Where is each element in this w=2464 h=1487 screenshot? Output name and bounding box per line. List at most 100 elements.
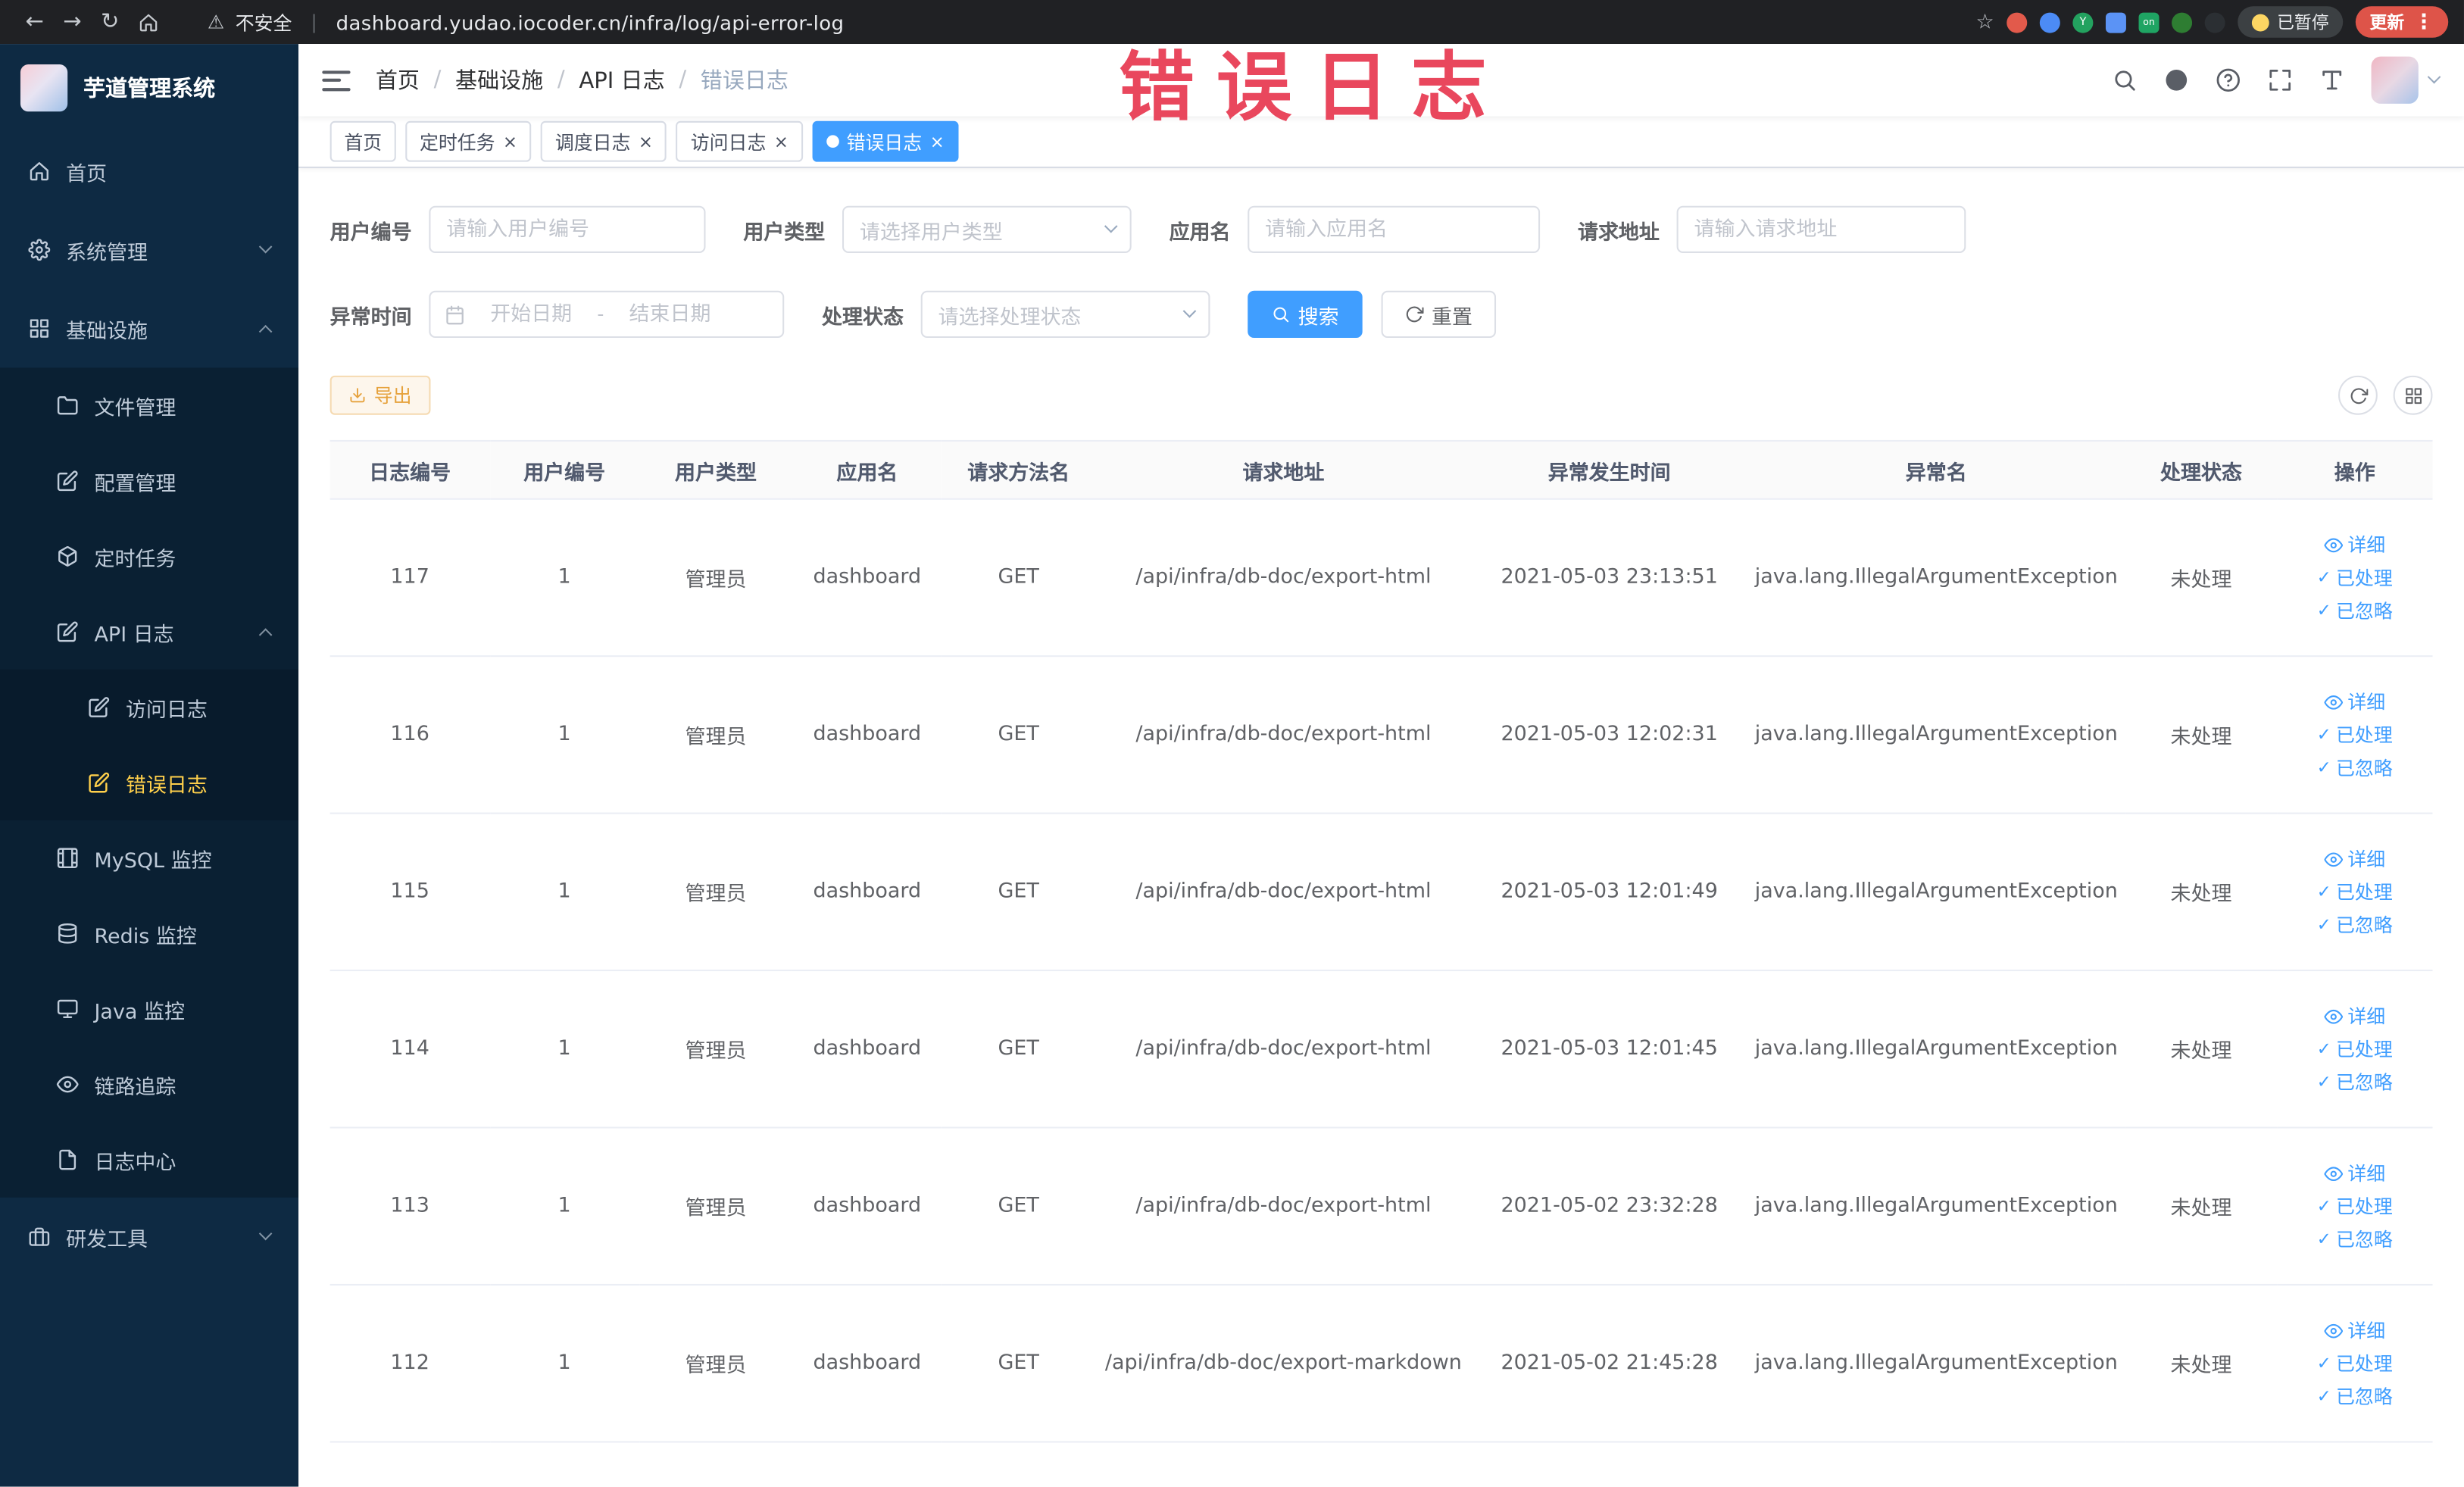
security-label: 不安全 xyxy=(235,11,292,34)
ignored-link[interactable]: ✓ 已忽略 xyxy=(2317,754,2393,781)
processed-link[interactable]: ✓ 已处理 xyxy=(2317,564,2393,591)
ignored-link[interactable]: ✓ 已忽略 xyxy=(2317,1226,2393,1252)
close-icon[interactable]: × xyxy=(930,133,945,150)
detail-link[interactable]: 详细 xyxy=(2324,845,2385,872)
logo-title: 芋道管理系统 xyxy=(83,77,216,102)
request-url-input[interactable] xyxy=(1676,205,1966,254)
chevron-down-icon xyxy=(2427,70,2441,84)
extension-icon-red[interactable] xyxy=(2006,11,2028,33)
grid-icon xyxy=(2403,386,2422,405)
address-bar[interactable]: ⚠ 不安全 | dashboard.yudao.iocoder.cn/infra… xyxy=(208,8,845,35)
table-toolbar: 导出 xyxy=(329,375,2433,415)
refresh-icon xyxy=(2348,386,2367,405)
url-divider: | xyxy=(311,11,317,33)
close-icon[interactable]: × xyxy=(774,133,789,150)
check-icon: ✓ xyxy=(2316,1353,2331,1374)
edit-square-icon xyxy=(88,772,110,794)
extension-icon-blue-drop[interactable] xyxy=(2039,11,2060,33)
reload-icon[interactable]: ↻ xyxy=(91,5,129,39)
tab-access-log[interactable]: 访问日志 × xyxy=(676,120,803,162)
sidebar-item-scheduled-tasks[interactable]: 定时任务 xyxy=(0,519,298,595)
breadcrumb-infrastructure[interactable]: 基础设施 xyxy=(455,64,543,95)
ignored-link[interactable]: ✓ 已忽略 xyxy=(2317,1069,2393,1095)
ignored-link[interactable]: ✓ 已忽略 xyxy=(2317,1383,2393,1410)
extension-icon-on-badge[interactable]: on xyxy=(2138,11,2160,33)
search-button[interactable]: 搜索 xyxy=(1248,290,1363,339)
close-icon[interactable]: × xyxy=(503,133,517,150)
processed-link[interactable]: ✓ 已处理 xyxy=(2317,1036,2393,1062)
sidebar-item-infrastructure[interactable]: 基础设施 xyxy=(0,289,298,368)
detail-link[interactable]: 详细 xyxy=(2324,1003,2385,1029)
breadcrumb-api-log[interactable]: API 日志 xyxy=(579,64,664,95)
sidebar-item-access-log[interactable]: 访问日志 xyxy=(0,669,299,745)
table-row: 115 1 管理员 dashboard GET /api/infra/db-do… xyxy=(329,813,2433,972)
tab-schedule-log[interactable]: 调度日志 × xyxy=(541,120,667,162)
start-date-input[interactable] xyxy=(474,302,588,326)
processed-link[interactable]: ✓ 已处理 xyxy=(2317,1193,2393,1220)
tab-home[interactable]: 首页 xyxy=(329,120,396,162)
extension-icon-green-leaf[interactable] xyxy=(2172,11,2193,33)
update-button[interactable]: 更新 ⋮ xyxy=(2355,6,2449,38)
sidebar-item-redis-monitor[interactable]: Redis 监控 xyxy=(0,896,298,972)
edit-square-icon xyxy=(57,470,79,492)
user-menu[interactable] xyxy=(2371,56,2441,104)
extension-icon-green-circle[interactable]: Y xyxy=(2072,11,2094,33)
paused-label: 已暂停 xyxy=(2277,12,2329,33)
refresh-button[interactable] xyxy=(2338,375,2378,415)
detail-link[interactable]: 详细 xyxy=(2324,1317,2385,1344)
tab-error-log[interactable]: 错误日志 × xyxy=(811,120,959,162)
check-icon: ✓ xyxy=(2316,1071,2331,1092)
user-type-select[interactable]: 请选择用户类型 xyxy=(842,205,1132,254)
back-icon[interactable]: ← xyxy=(16,5,54,39)
table-row: 113 1 管理员 dashboard GET /api/infra/db-do… xyxy=(329,1127,2433,1286)
processed-link[interactable]: ✓ 已处理 xyxy=(2317,721,2393,748)
fullscreen-icon[interactable] xyxy=(2268,67,2293,92)
reset-button[interactable]: 重置 xyxy=(1381,290,1497,339)
sidebar-item-log-center[interactable]: 日志中心 xyxy=(0,1122,298,1198)
detail-link[interactable]: 详细 xyxy=(2324,1160,2385,1186)
breadcrumb-home[interactable]: 首页 xyxy=(376,64,420,95)
top-navbar: 首页 / 基础设施 / API 日志 / 错误日志 xyxy=(298,44,2464,117)
sidebar-item-java-monitor[interactable]: Java 监控 xyxy=(0,971,298,1047)
processed-link[interactable]: ✓ 已处理 xyxy=(2317,879,2393,905)
end-date-input[interactable] xyxy=(613,302,727,326)
bookmark-star-icon[interactable]: ☆ xyxy=(1975,10,1994,33)
sidebar-item-dev-tools[interactable]: 研发工具 xyxy=(0,1198,298,1276)
user-id-label: 用户编号 xyxy=(329,220,412,245)
search-icon[interactable] xyxy=(2112,67,2137,92)
extension-icon-paw[interactable] xyxy=(2204,11,2225,33)
logo[interactable]: 芋道管理系统 xyxy=(0,44,298,132)
user-id-input[interactable] xyxy=(429,205,706,254)
paused-pill[interactable]: 已暂停 xyxy=(2238,6,2344,38)
sidebar-item-api-log[interactable]: API 日志 xyxy=(0,594,298,670)
browser-home-icon[interactable] xyxy=(129,5,167,39)
detail-link[interactable]: 详细 xyxy=(2324,689,2385,715)
github-icon[interactable] xyxy=(2164,67,2189,92)
sidebar-item-config-management[interactable]: 配置管理 xyxy=(0,443,298,519)
ignored-link[interactable]: ✓ 已忽略 xyxy=(2317,597,2393,623)
column-settings-button[interactable] xyxy=(2393,375,2433,415)
close-icon[interactable]: × xyxy=(639,133,653,150)
sidebar-item-file-management[interactable]: 文件管理 xyxy=(0,367,298,443)
grid-icon xyxy=(28,317,50,339)
font-size-icon[interactable] xyxy=(2319,67,2344,92)
process-status-select[interactable]: 请选择处理状态 xyxy=(920,290,1210,339)
sidebar-item-link-tracing[interactable]: 链路追踪 xyxy=(0,1047,298,1123)
hamburger-icon[interactable] xyxy=(322,70,351,91)
sidebar-menu: 首页 系统管理 基础设施 文件管理 配置管理 定时任务 API 日志 访问日志 … xyxy=(0,132,299,1276)
export-button[interactable]: 导出 xyxy=(329,375,431,415)
help-icon[interactable] xyxy=(2216,67,2241,92)
ignored-link[interactable]: ✓ 已忽略 xyxy=(2317,911,2393,938)
extension-icon-blue-grid[interactable] xyxy=(2105,11,2126,33)
app-name-input[interactable] xyxy=(1248,205,1541,254)
forward-icon[interactable]: → xyxy=(54,5,92,39)
processed-link[interactable]: ✓ 已处理 xyxy=(2317,1350,2393,1376)
sidebar-item-mysql-monitor[interactable]: MySQL 监控 xyxy=(0,820,298,896)
exception-time-range-picker[interactable]: - xyxy=(429,290,785,339)
tab-scheduled-tasks[interactable]: 定时任务 × xyxy=(405,120,532,162)
detail-link[interactable]: 详细 xyxy=(2324,531,2385,558)
sidebar-item-error-log[interactable]: 错误日志 xyxy=(0,745,299,820)
exception-time-label: 异常时间 xyxy=(329,305,412,330)
sidebar-item-system-management[interactable]: 系统管理 xyxy=(0,211,298,289)
sidebar-item-home[interactable]: 首页 xyxy=(0,132,298,211)
